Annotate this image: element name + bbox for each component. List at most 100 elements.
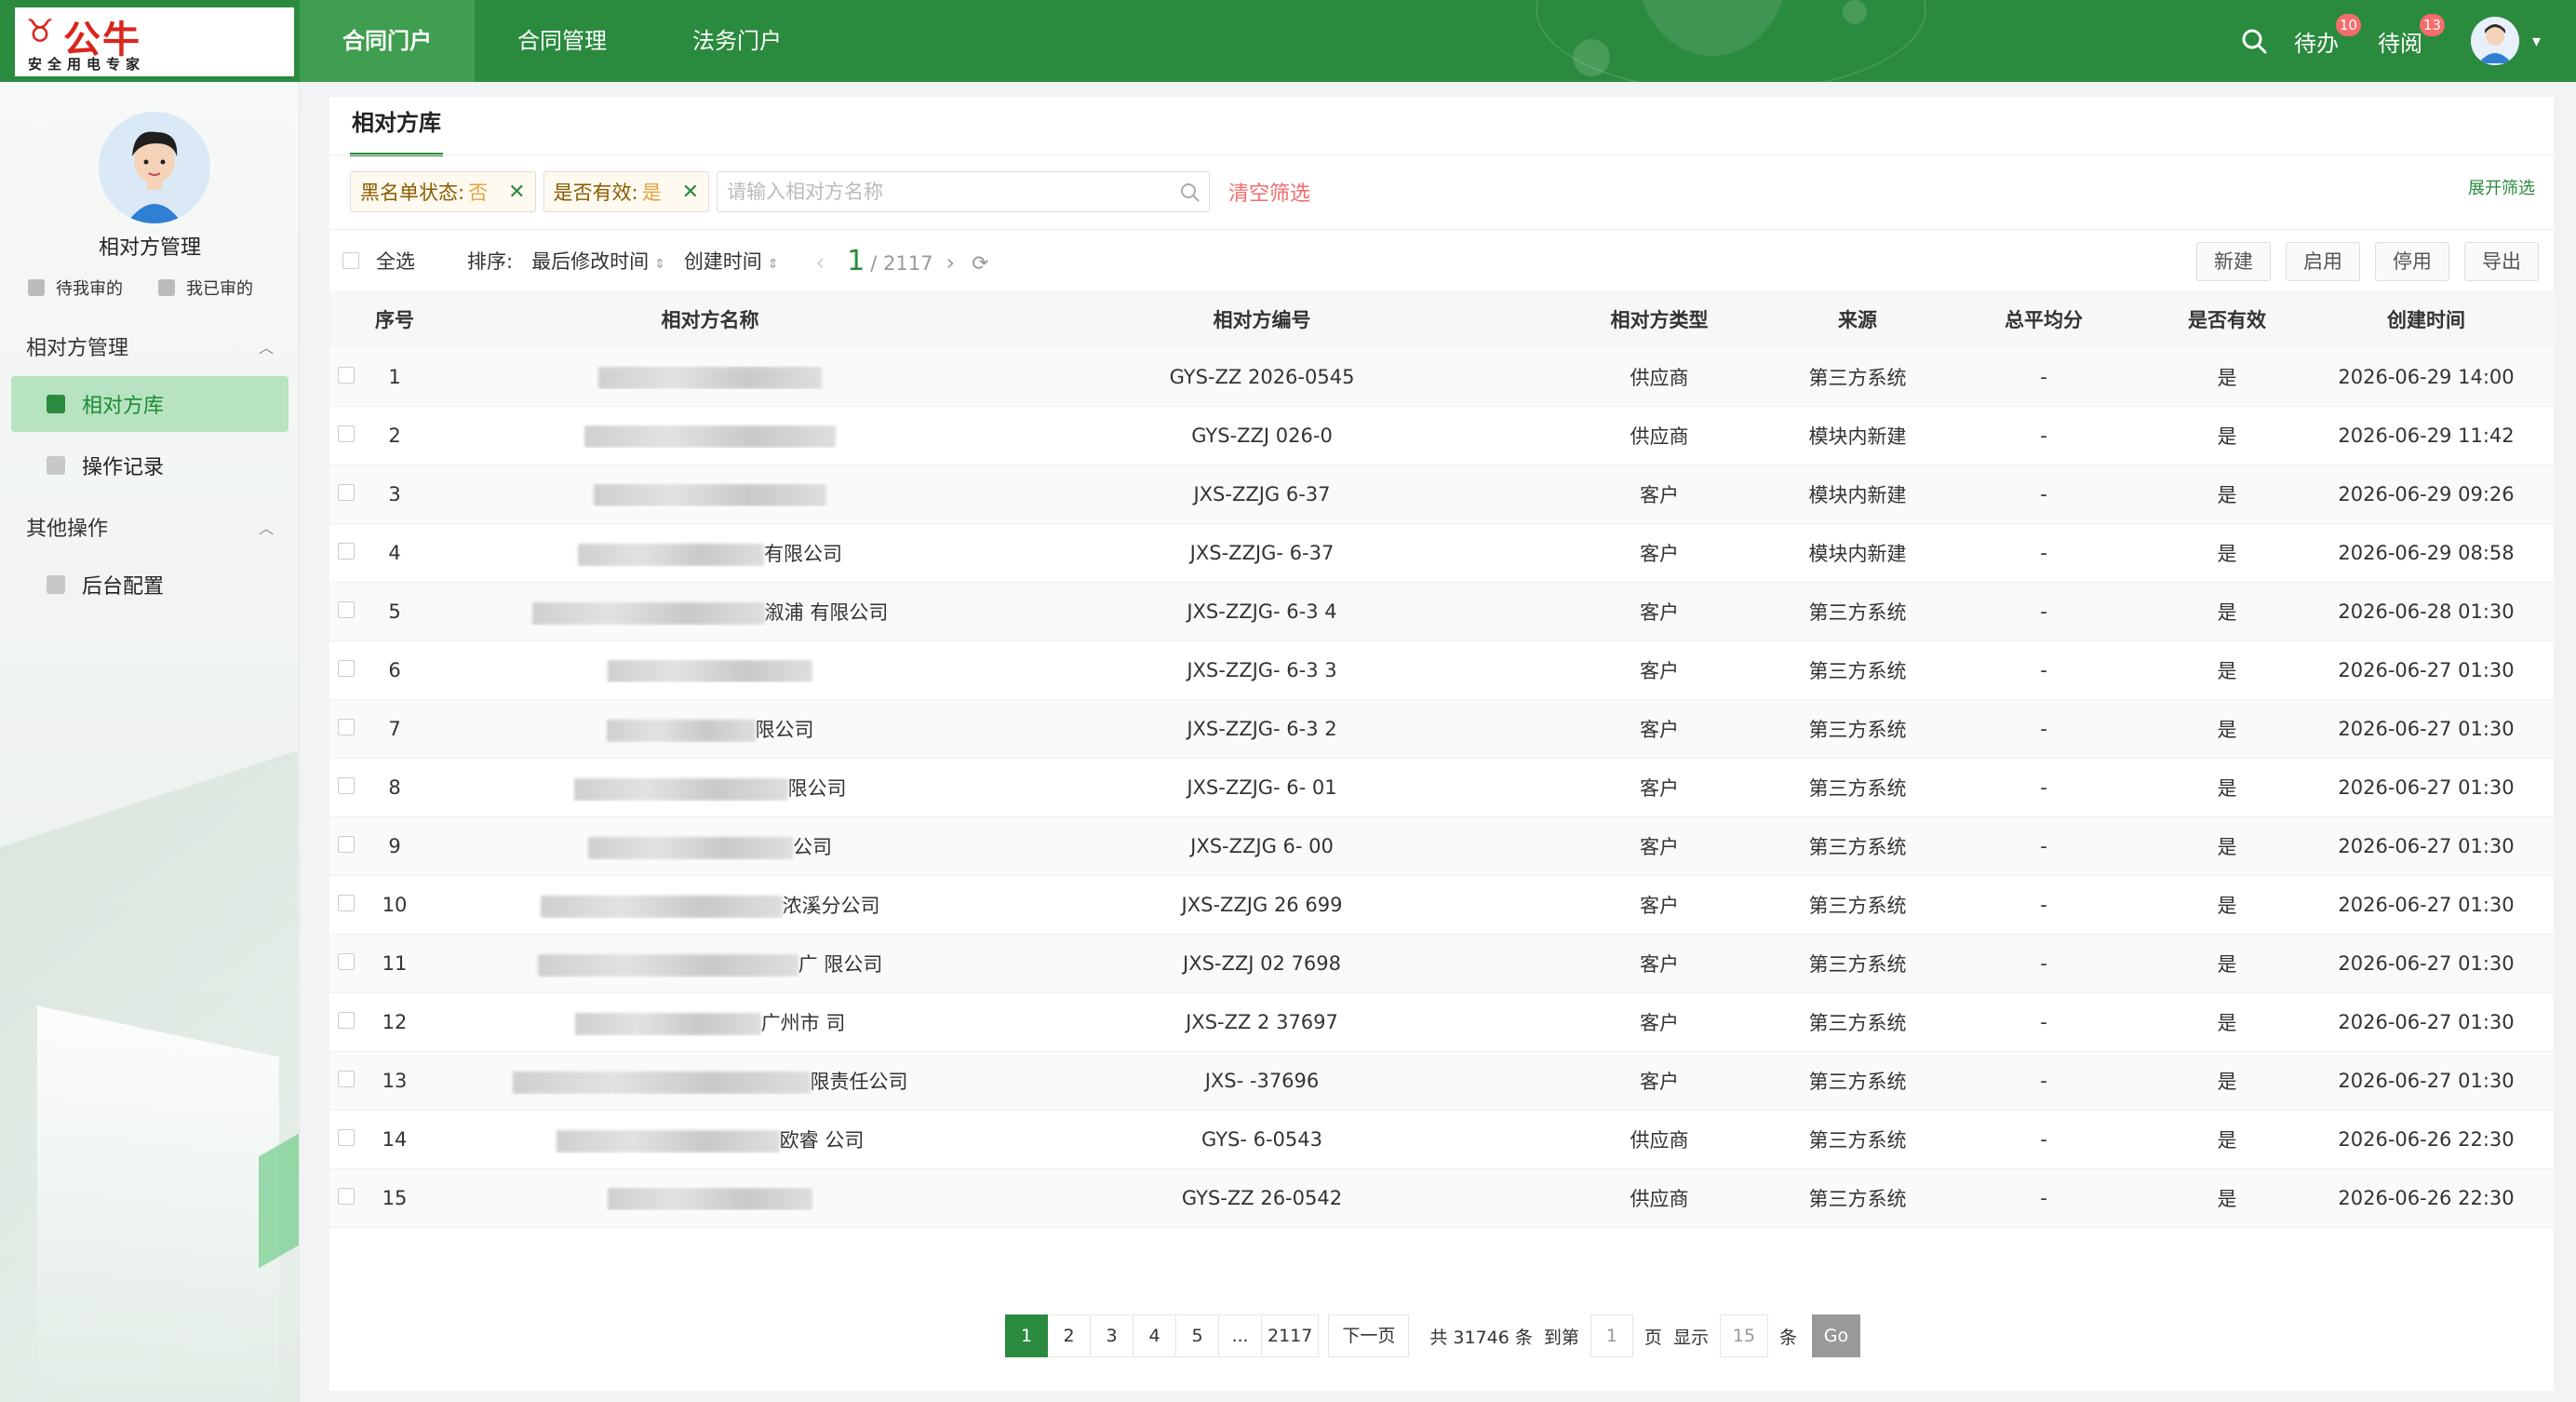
reviewed-by-me-link[interactable]: 我已审的 (158, 276, 253, 300)
enable-button[interactable]: 启用 (2286, 242, 2360, 281)
row-checkbox-box[interactable] (338, 895, 355, 911)
row-checkbox-box[interactable] (338, 660, 355, 677)
table-row[interactable]: 10 浓溪分公司 JXS-ZZJG 26 699 客户 第三方系统 - 是 2026-06-2… (329, 876, 2554, 935)
row-checkbox-box[interactable] (338, 484, 355, 501)
row-checkbox-box[interactable] (338, 1012, 355, 1029)
row-checkbox-box[interactable] (338, 953, 355, 970)
row-checkbox-box[interactable] (338, 719, 355, 735)
search-input[interactable] (718, 173, 1156, 210)
row-checkbox[interactable] (329, 600, 356, 623)
table-row[interactable]: 13 限责任公司 JXS- -37696 客户 第三方系统 - 是 2026-06-27 01… (329, 1052, 2554, 1111)
search-icon[interactable] (1179, 182, 1201, 204)
chevron-right-icon[interactable]: › (946, 249, 955, 276)
tab-counterparty-library[interactable]: 相对方库 (350, 97, 443, 156)
page-button-last[interactable]: 2117 (1262, 1314, 1320, 1357)
row-checkbox[interactable] (329, 776, 356, 799)
row-checkbox[interactable] (329, 835, 356, 857)
page-button[interactable]: 4 (1134, 1314, 1176, 1357)
table-row[interactable]: 2 GYS-ZZJ 026-0 供应商 模块内新建 - 是 2026-06-29 11:42 (329, 407, 2554, 465)
row-checkbox[interactable] (329, 1128, 356, 1151)
row-checkbox-box[interactable] (338, 1071, 355, 1087)
cell-valid: 是 (2217, 895, 2237, 917)
row-checkbox-box[interactable] (338, 601, 355, 618)
row-checkbox[interactable] (329, 659, 356, 681)
sidebar-group-label: 其他操作 (26, 518, 109, 541)
select-all-checkbox[interactable] (342, 252, 359, 269)
next-page-button[interactable]: 下一页 (1328, 1314, 1410, 1357)
user-avatar[interactable] (2470, 17, 2519, 65)
refresh-icon[interactable]: ⟳ (972, 252, 988, 276)
table-row[interactable]: 8 限公司 JXS-ZZJG- 6- 01 客户 第三方系统 - 是 2026-06-27 0… (329, 759, 2554, 817)
page-button[interactable]: 5 (1176, 1314, 1219, 1357)
row-checkbox[interactable] (329, 483, 356, 506)
page-button[interactable]: 1 (1005, 1314, 1048, 1357)
row-checkbox[interactable] (329, 1070, 356, 1092)
todo-link[interactable]: 待办 10 (2294, 13, 2361, 58)
table-row[interactable]: 15 GYS-ZZ 26-0542 供应商 第三方系统 - 是 2026-06-26 22:… (329, 1169, 2554, 1228)
clear-filter-link[interactable]: 清空筛选 (1228, 177, 1310, 207)
new-button[interactable]: 新建 (2196, 242, 2271, 281)
table-row[interactable]: 11 广 限公司 JXS-ZZJ 02 7698 客户 第三方系统 - 是 2026-06-2… (329, 935, 2554, 993)
go-button[interactable]: Go (1811, 1314, 1860, 1357)
table-row[interactable]: 12 广州市 司 JXS-ZZ 2 37697 客户 第三方系统 - 是 2026-06-27… (329, 993, 2554, 1052)
row-checkbox[interactable] (329, 1011, 356, 1033)
export-button[interactable]: 导出 (2464, 242, 2539, 281)
table-row[interactable]: 9 公司 JXS-ZZJG 6- 00 客户 第三方系统 - 是 2026-06-27 01:… (329, 817, 2554, 876)
nav-contract-portal[interactable]: 合同门户 (300, 0, 475, 82)
chevron-left-icon[interactable]: ‹ (816, 249, 825, 276)
filter-chip-valid[interactable]: 是否有效: 是 ✕ (543, 171, 710, 212)
page-size-input[interactable]: 15 (1719, 1314, 1768, 1357)
row-checkbox-box[interactable] (338, 367, 355, 384)
row-checkbox[interactable] (329, 894, 356, 916)
row-checkbox-box[interactable] (338, 1129, 355, 1146)
page-button[interactable]: 2 (1048, 1314, 1091, 1357)
row-checkbox[interactable] (329, 425, 356, 447)
nav-contract-management[interactable]: 合同管理 (475, 0, 650, 82)
row-checkbox[interactable] (329, 952, 356, 975)
cell-no: 8 (388, 776, 401, 799)
sidebar-item-backend-config[interactable]: 后台配置 (11, 557, 288, 613)
sort-by-modified[interactable]: 最后修改时间 ⇕ (531, 247, 665, 275)
row-checkbox[interactable] (329, 1187, 356, 1209)
brand-logo[interactable]: ♉ 公牛 安全用电专家 (15, 7, 294, 76)
toolbar-buttons: 新建 启用 停用 导出 (2181, 242, 2539, 281)
sidebar-group-other[interactable]: 其他操作 ︿ (26, 512, 274, 542)
filter-chip-blacklist[interactable]: 黑名单状态: 否 ✕ (350, 171, 536, 212)
cell-type: 客户 (1640, 895, 1679, 917)
row-checkbox-box[interactable] (338, 836, 355, 853)
close-icon[interactable]: ✕ (682, 181, 699, 204)
table-row[interactable]: 14 欧睿 公司 GYS- 6-0543 供应商 第三方系统 - 是 2026-06-26 2… (329, 1111, 2554, 1169)
disable-button[interactable]: 停用 (2375, 242, 2449, 281)
goto-page-input[interactable]: 1 (1590, 1314, 1633, 1357)
row-checkbox-box[interactable] (338, 425, 355, 442)
page-button[interactable]: 3 (1091, 1314, 1134, 1357)
table-row[interactable]: 6 JXS-ZZJG- 6-3 3 客户 第三方系统 - 是 2026-06-27 01:3… (329, 641, 2554, 700)
search-icon[interactable] (2240, 27, 2268, 55)
pending-my-review-link[interactable]: 待我审的 (28, 276, 123, 300)
close-icon[interactable]: ✕ (508, 181, 525, 204)
table-row[interactable]: 1 GYS-ZZ 2026-0545 供应商 第三方系统 - 是 2026-06-29 14… (329, 348, 2554, 407)
expand-filter-link[interactable]: 展开筛选 (2468, 175, 2535, 199)
row-checkbox[interactable] (329, 366, 356, 388)
row-checkbox-box[interactable] (338, 543, 355, 559)
document-icon (158, 279, 175, 296)
nav-legal-portal[interactable]: 法务门户 (650, 0, 825, 82)
row-checkbox[interactable] (329, 718, 356, 740)
row-checkbox-box[interactable] (338, 777, 355, 794)
sidebar-item-label: 后台配置 (82, 575, 165, 599)
chevron-down-icon[interactable]: ▾ (2532, 32, 2541, 51)
sort-by-created[interactable]: 创建时间 ⇕ (684, 247, 779, 275)
filter-bar: 黑名单状态: 否 ✕ 是否有效: 是 ✕ 清空筛选 (350, 171, 1310, 212)
sidebar-item-operation-log[interactable]: 操作记录 (11, 438, 288, 493)
row-checkbox[interactable] (329, 542, 356, 564)
table-row[interactable]: 4 有限公司 JXS-ZZJG- 6-37 客户 模块内新建 - 是 2026-06-29 0… (329, 524, 2554, 583)
toread-link[interactable]: 待阅 13 (2378, 13, 2445, 58)
table-row[interactable]: 3 JXS-ZZJG 6-37 客户 模块内新建 - 是 2026-06-29 09:26 (329, 465, 2554, 524)
row-checkbox-box[interactable] (338, 1188, 355, 1205)
table-row[interactable]: 7 限公司 JXS-ZZJG- 6-3 2 客户 第三方系统 - 是 2026-06-27 0… (329, 700, 2554, 759)
sidebar-group-counterparty[interactable]: 相对方管理 ︿ (26, 331, 274, 361)
divider (329, 229, 2554, 230)
name-visible-part: 公司 (793, 836, 832, 858)
table-row[interactable]: 5 溆浦 有限公司 JXS-ZZJG- 6-3 4 客户 第三方系统 - 是 2026-06-… (329, 583, 2554, 641)
sidebar-item-counterparty-library[interactable]: 相对方库 (11, 376, 288, 432)
